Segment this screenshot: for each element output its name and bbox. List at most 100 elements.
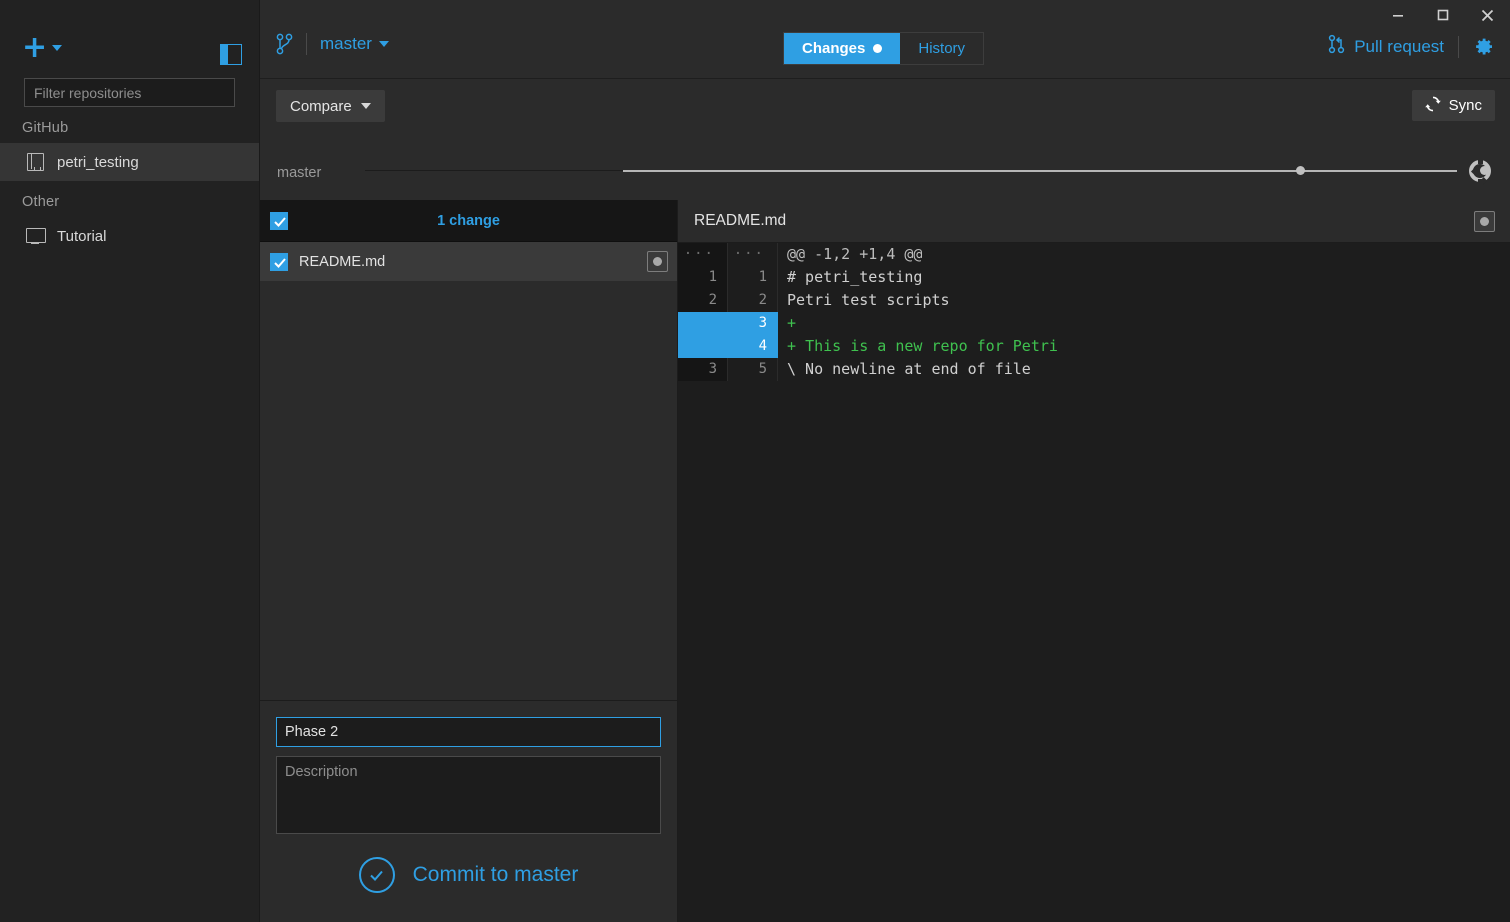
- screen-icon: [25, 226, 46, 246]
- diff-line-text: @@ -1,2 +1,4 @@: [787, 245, 923, 263]
- filter-repositories-input[interactable]: [24, 78, 235, 107]
- diff-line-text: + This is a new repo for Petri: [778, 335, 1510, 358]
- changes-header: 1 change: [260, 200, 677, 242]
- pull-request-icon: [1328, 34, 1345, 59]
- diff-new-lineno: 5: [728, 358, 778, 381]
- commit-button-label: Commit to master: [412, 863, 579, 886]
- content-split: 1 change README.md Phase 2 Description C…: [260, 200, 1510, 922]
- diff-old-lineno: [678, 335, 728, 358]
- sync-label: Sync: [1448, 97, 1482, 114]
- compare-button[interactable]: Compare: [276, 90, 385, 122]
- close-button[interactable]: [1465, 0, 1510, 30]
- modified-icon: [653, 257, 662, 266]
- sidebar-item-petri-testing[interactable]: petri_testing: [0, 143, 259, 181]
- changes-count-label: 1 change: [437, 212, 500, 229]
- sidebar-group-github-label: GitHub: [22, 120, 69, 136]
- timeline-line-dark: [365, 170, 623, 171]
- timeline-commit-dot[interactable]: [1296, 166, 1305, 175]
- file-checkbox[interactable]: [270, 252, 288, 271]
- diff-line-hunk: ··· ··· @@ -1,2 +1,4 @@: [678, 243, 1510, 266]
- diff-status-badge[interactable]: [1474, 211, 1495, 232]
- repository-sidebar: + GitHub petri_testing Other Tutorial: [0, 0, 260, 922]
- compare-label: Compare: [290, 97, 352, 115]
- divider: [1458, 35, 1459, 58]
- sync-icon: [1424, 96, 1441, 116]
- diff-old-lineno: 2: [678, 289, 728, 312]
- diff-new-lineno: ···: [728, 243, 778, 266]
- window-controls: [1375, 0, 1510, 30]
- sidebar-item-label: petri_testing: [57, 153, 139, 171]
- modified-icon: [1480, 217, 1489, 226]
- commit-to-master-button[interactable]: Commit to master: [276, 857, 661, 893]
- diff-new-lineno: 3: [728, 312, 778, 335]
- timeline-line: [623, 170, 1457, 172]
- gear-icon[interactable]: [1473, 36, 1494, 57]
- sync-button[interactable]: Sync: [1411, 90, 1495, 121]
- diff-new-lineno: 1: [728, 266, 778, 289]
- diff-new-lineno: 4: [728, 335, 778, 358]
- branch-name-label: master: [320, 34, 372, 53]
- diff-line-context: 2 2 Petri test scripts: [678, 289, 1510, 312]
- diff-old-lineno: 3: [678, 358, 728, 381]
- divider: [306, 33, 307, 55]
- diff-old-lineno: ···: [678, 243, 728, 266]
- tab-changes-label: Changes: [802, 40, 866, 57]
- tab-history-label: History: [918, 40, 966, 57]
- diff-line-added[interactable]: 3 +: [678, 312, 1510, 335]
- changed-files-list: README.md: [260, 242, 677, 700]
- diff-old-lineno: [678, 312, 728, 335]
- diff-panel: README.md ··· ··· @@ -1,2 +1,4 @@ 1 1 #: [678, 200, 1510, 922]
- repo-icon: [25, 152, 45, 172]
- tab-changes[interactable]: Changes: [784, 33, 901, 64]
- header-actions: Pull request: [1328, 34, 1494, 59]
- diff-body: ··· ··· @@ -1,2 +1,4 @@ 1 1 # petri_test…: [678, 243, 1510, 922]
- chevron-down-icon: [378, 41, 389, 47]
- diff-old-lineno: 1: [678, 266, 728, 289]
- sidebar-group-other-label: Other: [22, 194, 60, 210]
- view-tabs: Changes History: [783, 32, 985, 65]
- chevron-down-icon: [360, 103, 371, 109]
- pull-request-label: Pull request: [1354, 36, 1444, 56]
- diff-file-title: README.md: [694, 212, 787, 229]
- diff-header: README.md: [678, 200, 1510, 243]
- diff-line-added[interactable]: 4 + This is a new repo for Petri: [678, 335, 1510, 358]
- app-window: + GitHub petri_testing Other Tutorial: [0, 0, 1510, 922]
- maximize-button[interactable]: [1420, 0, 1465, 30]
- sidebar-item-label: Tutorial: [57, 227, 107, 245]
- pull-request-button[interactable]: Pull request: [1328, 34, 1444, 59]
- filter-wrapper: [0, 78, 259, 107]
- sidebar-item-tutorial[interactable]: Tutorial: [0, 217, 259, 255]
- branch-timeline: master: [260, 149, 1510, 199]
- diff-line-text: # petri_testing: [787, 268, 923, 286]
- compare-toolbar: Compare Sync: [260, 79, 1510, 149]
- changes-indicator-dot: [873, 44, 883, 53]
- diff-add-marker: +: [787, 314, 797, 332]
- branch-icon: [276, 33, 293, 55]
- diff-line-context: 1 1 # petri_testing: [678, 266, 1510, 289]
- timeline-head-ring[interactable]: [1469, 159, 1491, 182]
- list-item[interactable]: README.md: [260, 242, 677, 282]
- diff-add-marker: +: [787, 337, 797, 355]
- branch-selector[interactable]: master: [320, 34, 389, 54]
- diff-line-text: +: [778, 312, 1510, 335]
- header-bar: master Changes History Pull request: [260, 0, 1510, 79]
- diff-added-text: This is a new repo for Petri: [805, 337, 1058, 355]
- diff-line-context: 3 5 \ No newline at end of file: [678, 358, 1510, 381]
- commit-description-input[interactable]: [276, 756, 661, 834]
- sidebar-toolbar: +: [0, 0, 259, 78]
- minimize-button[interactable]: [1375, 0, 1420, 30]
- diff-line-text: \ No newline at end of file: [787, 360, 1031, 378]
- diff-new-lineno: 2: [728, 289, 778, 312]
- timeline-branch-label: master: [277, 165, 322, 181]
- commit-area: Commit to master: [260, 700, 677, 922]
- sidebar-toggle-icon[interactable]: [220, 44, 242, 65]
- chevron-down-icon: [52, 45, 63, 51]
- tab-history[interactable]: History: [900, 33, 983, 64]
- add-repository-button[interactable]: +: [22, 33, 63, 63]
- diff-line-text: Petri test scripts: [787, 291, 950, 309]
- branch-zone: master: [276, 33, 389, 55]
- select-all-checkbox[interactable]: [270, 211, 288, 230]
- commit-summary-input[interactable]: [276, 717, 661, 747]
- changes-panel: 1 change README.md Phase 2 Description C…: [260, 200, 678, 922]
- file-name-label: README.md: [299, 253, 386, 270]
